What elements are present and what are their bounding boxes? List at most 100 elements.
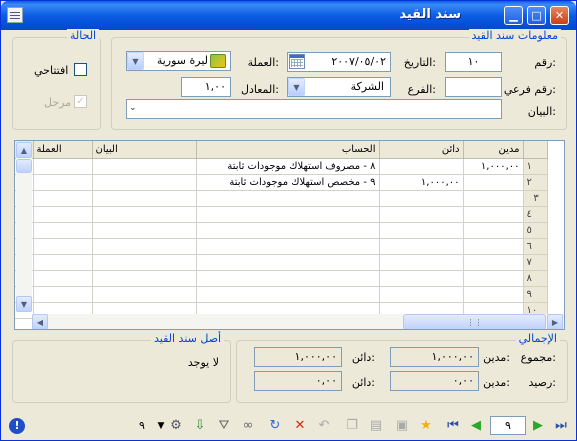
filter-dropdown-chevron-icon[interactable]: ▼	[153, 418, 169, 434]
currency-label: العملة:	[247, 56, 279, 69]
vertical-scrollbar[interactable]: ▲ ▼	[16, 142, 32, 312]
filter-icon[interactable]: ⛛	[216, 418, 232, 434]
col-header-account[interactable]: الحساب	[196, 141, 380, 159]
row-number[interactable]: ٧	[523, 254, 548, 271]
currency-dropdown-chevron-icon[interactable]: ▼	[127, 52, 144, 70]
title-bar[interactable]: سند القيد ▁ □ ✕	[1, 1, 576, 30]
horizontal-scrollbar[interactable]: ◀ ⋮⋮ ▶	[32, 314, 564, 329]
scroll-left-icon[interactable]: ◀	[32, 314, 48, 329]
calendar-icon[interactable]	[289, 54, 305, 69]
cell-currency[interactable]	[33, 174, 93, 191]
close-button[interactable]: ✕	[550, 6, 569, 25]
bottom-toolbar: ! ٩ ▼ ⚙ ⇩ ⛛ ∞ ↻ ✕ ↶ ❐ ▤ ▣ ★ ⏮ ◀ ٩ ▶ ⏭	[1, 411, 576, 440]
sum-label: مجموع:	[520, 351, 556, 364]
cell-credit[interactable]	[379, 158, 464, 175]
entries-grid[interactable]: العملة البيان الحساب دائن مدين ٨ - مصروف…	[14, 140, 565, 330]
balance-credit-field: ٠,٠٠	[254, 371, 342, 391]
search-icon[interactable]: ∞	[240, 418, 256, 434]
row-number[interactable]: ٨	[523, 270, 548, 287]
cell-credit[interactable]: ١,٠٠٠,٠٠	[379, 174, 464, 191]
table-row[interactable]: ٦	[15, 238, 548, 255]
sum-debit-field: ١,٠٠٠,٠٠	[390, 347, 479, 367]
statement-chevron-icon[interactable]: ⌄	[129, 103, 137, 113]
cell-debit[interactable]	[463, 174, 524, 191]
col-header-currency[interactable]: العملة	[33, 141, 93, 159]
filter-count: ٩	[139, 419, 145, 432]
row-number[interactable]: ١	[523, 158, 548, 175]
window-title: سند القيد	[399, 7, 461, 22]
statement-field[interactable]	[126, 99, 502, 119]
col-header-statement[interactable]: البيان	[92, 141, 197, 159]
journal-entry-window: سند القيد ▁ □ ✕ معلومات سند القيد رقم: ١…	[0, 0, 577, 441]
col-header-debit[interactable]: مدين	[463, 141, 524, 159]
table-row[interactable]: ٩ - مخصص استهلاك موجودات ثابتة ١,٠٠٠,٠٠ …	[15, 174, 548, 191]
rate-label: المعادل:	[240, 83, 279, 96]
row-number[interactable]: ◀٣	[523, 190, 548, 207]
statement-label: البيان:	[527, 105, 556, 118]
table-row[interactable]: ٨ - مصروف استهلاك موجودات ثابتة ١,٠٠٠,٠٠…	[15, 158, 548, 175]
record-number-field[interactable]: ٩	[490, 416, 526, 435]
cell-debit[interactable]: ١,٠٠٠,٠٠	[463, 158, 524, 175]
horizontal-scroll-thumb[interactable]: ⋮⋮	[403, 314, 546, 329]
branch-value: الشركة	[350, 80, 384, 93]
row-header-corner	[523, 141, 548, 159]
delete-icon[interactable]: ✕	[292, 418, 308, 434]
currency-icon	[210, 54, 226, 68]
opening-checkbox[interactable]	[74, 63, 87, 76]
branch-label: الفرع:	[407, 83, 436, 96]
row-number[interactable]: ٤	[523, 206, 548, 223]
status-legend: الحالة	[67, 29, 100, 42]
branch-dropdown-chevron-icon[interactable]: ▼	[288, 78, 305, 96]
info-icon[interactable]: !	[9, 418, 25, 434]
origin-legend: أصل سند القيد	[151, 332, 225, 345]
posted-label: مرحل	[44, 96, 72, 109]
rate-field[interactable]: ١,٠٠	[181, 77, 231, 97]
col-header-credit[interactable]: دائن	[379, 141, 464, 159]
vertical-scroll-thumb[interactable]	[16, 159, 32, 173]
status-group	[12, 37, 101, 130]
minimize-button[interactable]: ▁	[504, 6, 523, 25]
cell-currency[interactable]	[33, 158, 93, 175]
row-number[interactable]: ٩	[523, 286, 548, 303]
refresh-icon[interactable]: ↻	[267, 418, 283, 434]
table-row[interactable]: ٩	[15, 286, 548, 303]
sum-credit-field: ١,٠٠٠,٠٠	[254, 347, 342, 367]
cell-account[interactable]: ٩ - مخصص استهلاك موجودات ثابتة	[196, 174, 380, 191]
row-number[interactable]: ٦	[523, 238, 548, 255]
next-record-icon[interactable]: ▶	[530, 418, 546, 434]
previous-record-icon[interactable]: ◀	[468, 418, 484, 434]
last-record-icon[interactable]: ⏭	[553, 418, 569, 434]
cell-account[interactable]: ٨ - مصروف استهلاك موجودات ثابتة	[196, 158, 380, 175]
table-row[interactable]: ◀٣	[15, 190, 548, 207]
row-number[interactable]: ٢	[523, 174, 548, 191]
scroll-down-icon[interactable]: ▼	[16, 296, 32, 312]
opening-label: افتتاحي	[34, 64, 69, 77]
table-row[interactable]: ٥	[15, 222, 548, 239]
undo-icon: ↶	[318, 418, 330, 433]
table-row[interactable]: ٧	[15, 254, 548, 271]
table-row[interactable]: ٤	[15, 206, 548, 223]
sub-number-field[interactable]	[445, 77, 502, 97]
connection-icon[interactable]: ⚙	[168, 418, 184, 434]
sum-credit-label: دائن:	[351, 351, 375, 364]
cell-statement[interactable]	[92, 174, 197, 191]
number-field[interactable]: ١٠	[445, 52, 502, 72]
balance-credit-label: دائن:	[351, 376, 375, 389]
app-menu-icon[interactable]	[7, 7, 23, 23]
favorite-star-icon[interactable]: ★	[418, 418, 434, 434]
scroll-right-icon[interactable]: ▶	[547, 314, 563, 329]
origin-value: لا يوجد	[187, 356, 219, 369]
first-record-icon[interactable]: ⏮	[445, 418, 461, 434]
maximize-button[interactable]: □	[527, 6, 546, 25]
balance-debit-label: مدين:	[483, 376, 510, 389]
row-number[interactable]: ٥	[523, 222, 548, 239]
table-row[interactable]: ٨	[15, 270, 548, 287]
date-label: التاريخ:	[403, 56, 436, 69]
sort-icon[interactable]: ⇩	[192, 418, 208, 434]
totals-legend: الإجمالي	[515, 332, 560, 345]
number-label: رقم:	[534, 56, 556, 69]
cell-statement[interactable]	[92, 158, 197, 175]
save-icon: ▣	[395, 418, 409, 433]
sum-debit-label: مدين:	[483, 351, 510, 364]
scroll-up-icon[interactable]: ▲	[16, 142, 32, 158]
